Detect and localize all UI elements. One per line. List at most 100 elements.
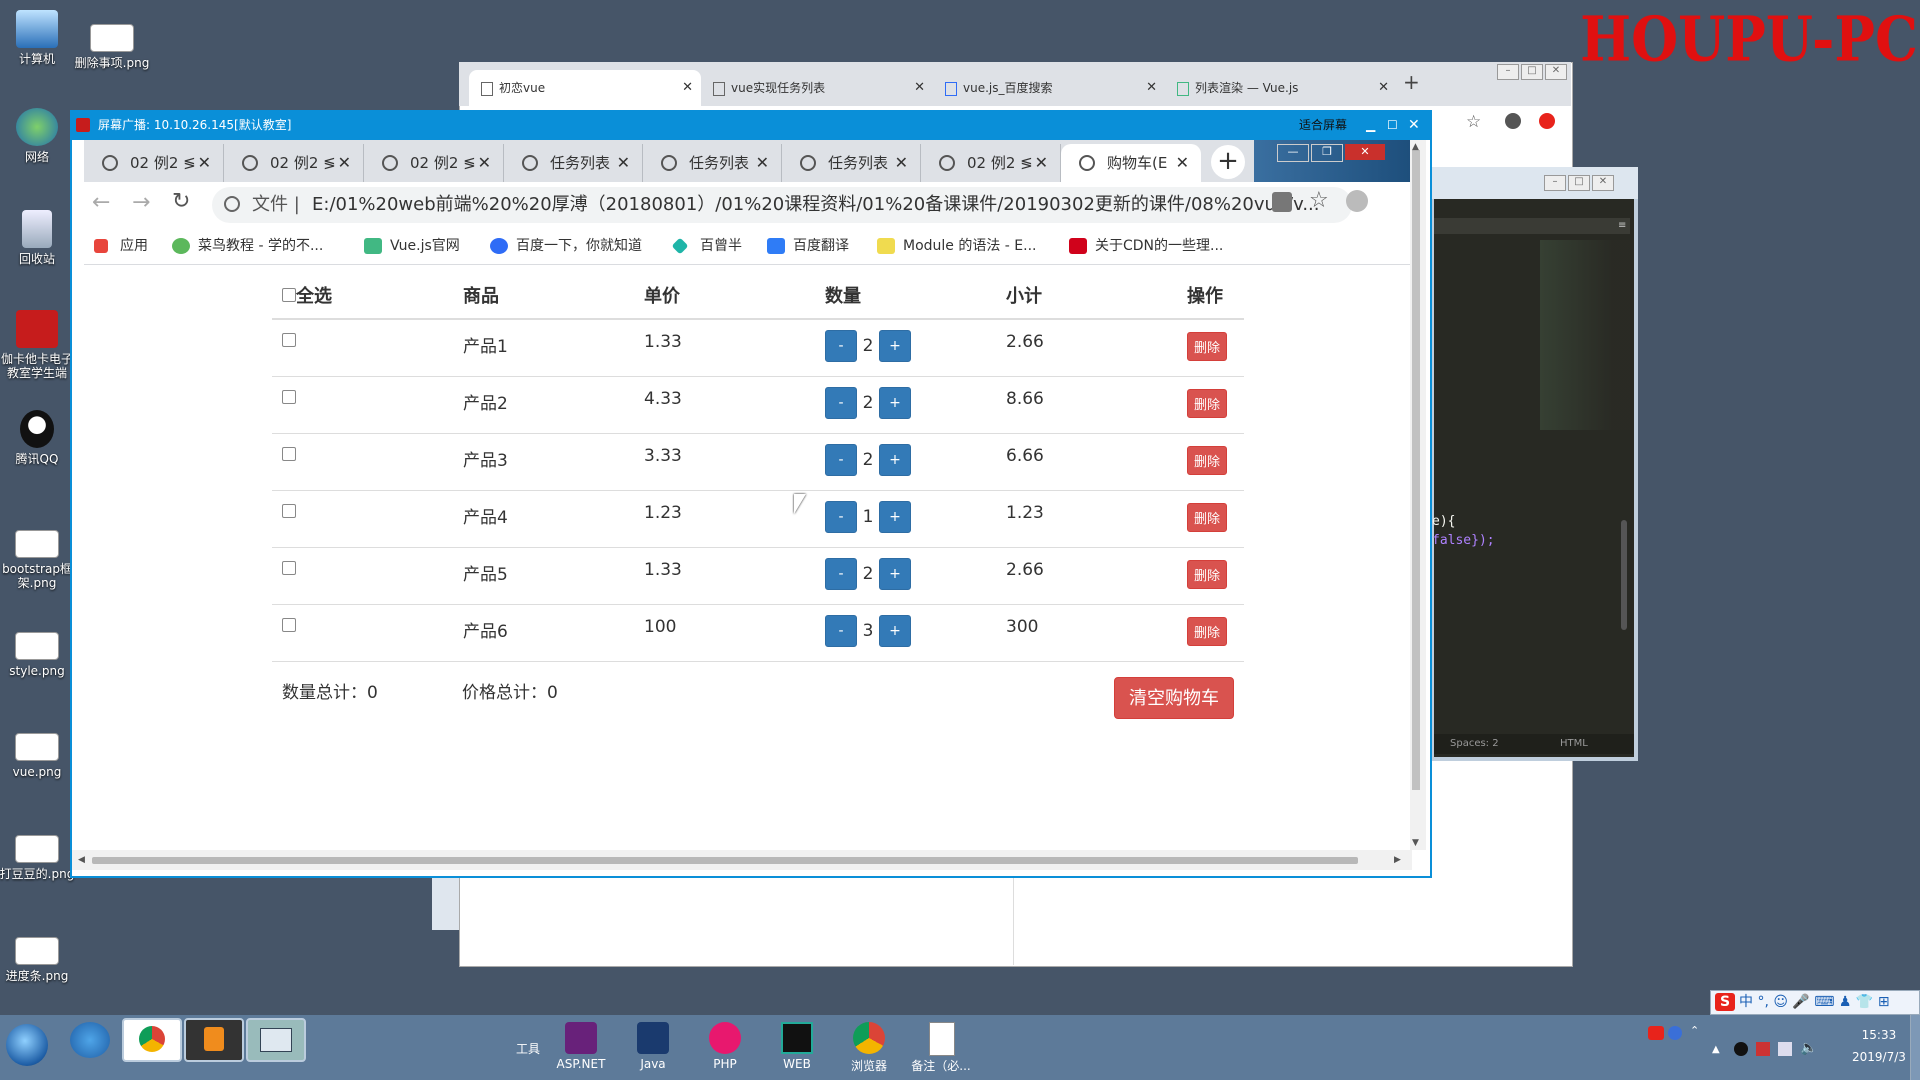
account-icon[interactable] — [1505, 113, 1521, 129]
chrome-icon[interactable] — [853, 1022, 885, 1054]
back-arrow-icon[interactable]: ← — [92, 190, 110, 215]
browser-tab[interactable]: 02 例2 ≶ ✕ — [364, 144, 504, 182]
close-icon[interactable]: ✕ — [1408, 110, 1420, 140]
browser-tab[interactable]: 02 例2 ≶ ✕ — [921, 144, 1061, 182]
increment-button[interactable]: + — [879, 330, 911, 362]
bookmark-baidu-translate[interactable]: 百度翻译 — [767, 228, 849, 264]
browser-tab[interactable]: 02 例2 ≶ ✕ — [84, 144, 224, 182]
desktop-icon-qq[interactable]: 腾讯QQ — [0, 410, 77, 466]
scroll-up-arrow-icon[interactable]: ▲ — [1412, 142, 1419, 152]
bookmark-es-module[interactable]: Module 的语法 - E... — [877, 228, 1037, 264]
desktop-icon-png[interactable]: bootstrap框架.png — [0, 530, 77, 590]
browser-tab-active[interactable]: 购物车(E ✕ — [1061, 144, 1201, 182]
close-icon[interactable]: ✕ — [617, 144, 630, 182]
new-tab-button[interactable]: + — [1403, 70, 1420, 94]
show-desktop-button[interactable] — [1910, 1015, 1920, 1080]
star-icon[interactable]: ☆ — [1466, 112, 1481, 132]
close-icon[interactable]: ✕ — [198, 144, 211, 182]
profile-avatar-icon[interactable] — [1346, 190, 1368, 212]
decrement-button[interactable]: - — [825, 386, 857, 419]
decrement-button[interactable]: - — [825, 330, 857, 362]
select-all-checkbox[interactable] — [282, 288, 296, 302]
sublime-taskbar-button[interactable] — [184, 1018, 244, 1062]
ime-toolbar[interactable]: S中 °, ☺ 🎤 ⌨ ♟ 👕 ⊞ — [1710, 990, 1920, 1015]
minimize-icon[interactable]: ▁ — [1366, 110, 1375, 140]
bookmark-cdn[interactable]: 关于CDN的一些理... — [1069, 228, 1223, 264]
desktop-icon-network[interactable]: 网络 — [0, 108, 77, 164]
close-icon[interactable]: ✕ — [914, 70, 925, 106]
row-checkbox[interactable] — [282, 333, 296, 347]
close-icon[interactable]: ✕ — [478, 144, 491, 182]
horizontal-scroll-thumb[interactable] — [92, 857, 1358, 864]
bookmark-bzb[interactable]: 百曾半 — [671, 228, 742, 264]
desktop-icon-png[interactable]: 进度条.png — [0, 937, 77, 983]
editor-scrollbar[interactable] — [1621, 520, 1627, 630]
browser-360-icon[interactable] — [70, 1022, 110, 1058]
show-hidden-icons[interactable]: ▲ — [1712, 1044, 1720, 1055]
maximize-icon[interactable]: ☐ — [1387, 110, 1398, 140]
maximize-icon[interactable]: □ — [1521, 64, 1543, 80]
clear-cart-button[interactable]: 清空购物车 — [1114, 677, 1234, 719]
decrement-button[interactable]: - — [825, 500, 857, 533]
close-icon[interactable]: ✕ — [1176, 144, 1189, 182]
close-icon[interactable]: ✕ — [895, 144, 908, 182]
row-checkbox[interactable] — [282, 389, 296, 404]
desktop-icon-png[interactable]: 打豆豆的.png — [0, 835, 77, 881]
visual-studio-icon[interactable] — [565, 1022, 597, 1054]
increment-button[interactable]: + — [879, 443, 911, 476]
sogou-tray-icon[interactable] — [1648, 1026, 1664, 1040]
browser-tab[interactable]: 任务列表 ✕ — [504, 144, 643, 182]
network-status-icon[interactable] — [1756, 1042, 1770, 1056]
close-icon[interactable]: ✕ — [338, 144, 351, 182]
scroll-down-arrow-icon[interactable]: ▼ — [1412, 838, 1419, 848]
star-icon[interactable]: ☆ — [1309, 188, 1329, 213]
increment-button[interactable]: + — [879, 614, 911, 647]
close-icon[interactable]: ✕ — [1378, 70, 1389, 106]
volume-icon[interactable]: 🔈 — [1800, 1040, 1817, 1056]
reload-icon[interactable]: ↻ — [172, 189, 190, 214]
qq-tray-icon[interactable] — [1734, 1042, 1748, 1056]
increment-button[interactable]: + — [879, 557, 911, 590]
maximize-icon[interactable]: ❐ — [1311, 144, 1343, 162]
php-storm-icon[interactable] — [709, 1022, 741, 1054]
browser-tab[interactable]: 02 例2 ≶ ✕ — [224, 144, 364, 182]
back-tab-baidu[interactable]: vue.js_百度搜索 ✕ — [933, 70, 1165, 106]
back-tab-vue-list[interactable]: 列表渲染 — Vue.js ✕ — [1165, 70, 1397, 106]
java-ide-icon[interactable] — [637, 1022, 669, 1054]
minimize-icon[interactable]: – — [1497, 64, 1519, 80]
desktop-icon-recycle-bin[interactable]: 回收站 — [0, 210, 77, 266]
new-tab-button[interactable]: + — [1211, 145, 1245, 179]
info-icon[interactable] — [224, 196, 240, 212]
decrement-button[interactable]: - — [825, 557, 857, 590]
bookmark-baidu[interactable]: 百度一下，你就知道 — [490, 228, 642, 264]
decrement-button[interactable]: - — [825, 614, 857, 647]
text-document-icon[interactable] — [929, 1022, 955, 1056]
decrement-button[interactable]: - — [825, 443, 857, 476]
address-bar[interactable]: 文件 | E:/01%20web前端%20%20厚溥（20180801）/01%… — [212, 187, 1352, 223]
close-icon[interactable]: ✕ — [682, 70, 693, 106]
url-text[interactable]: E:/01%20web前端%20%20厚溥（20180801）/01%20课程资… — [312, 187, 1320, 223]
clock[interactable]: 15:33 2019/7/3 — [1852, 1028, 1906, 1064]
increment-button[interactable]: + — [879, 386, 911, 419]
menu-icon[interactable]: ≡ — [1618, 220, 1626, 231]
bookmark-runoob[interactable]: 菜鸟教程 - 学的不... — [172, 228, 323, 264]
bookmark-apps[interactable]: 应用 — [94, 228, 148, 264]
syntax-status[interactable]: HTML — [1560, 734, 1588, 754]
help-icon[interactable] — [1668, 1026, 1682, 1040]
increment-button[interactable]: + — [879, 500, 911, 533]
close-icon[interactable]: ✕ — [1345, 144, 1385, 160]
forward-arrow-icon[interactable]: → — [132, 190, 150, 215]
display-icon[interactable] — [1778, 1042, 1792, 1056]
row-checkbox[interactable] — [282, 617, 296, 632]
webstorm-icon[interactable] — [781, 1022, 813, 1054]
row-checkbox[interactable] — [282, 503, 296, 518]
delete-button[interactable]: 删除 — [1187, 332, 1228, 361]
screen-broadcast-taskbar-button[interactable] — [246, 1018, 306, 1062]
close-icon[interactable]: ✕ — [1545, 64, 1567, 80]
extension-icon[interactable] — [1539, 113, 1555, 129]
delete-button[interactable]: 删除 — [1187, 502, 1228, 532]
desktop-icon-classroom[interactable]: 伽卡他卡电子教室学生端 — [0, 310, 77, 380]
delete-button[interactable]: 删除 — [1187, 388, 1228, 418]
close-icon[interactable]: ✕ — [1146, 70, 1157, 106]
fit-screen-button[interactable]: 适合屏幕 — [1299, 110, 1347, 140]
